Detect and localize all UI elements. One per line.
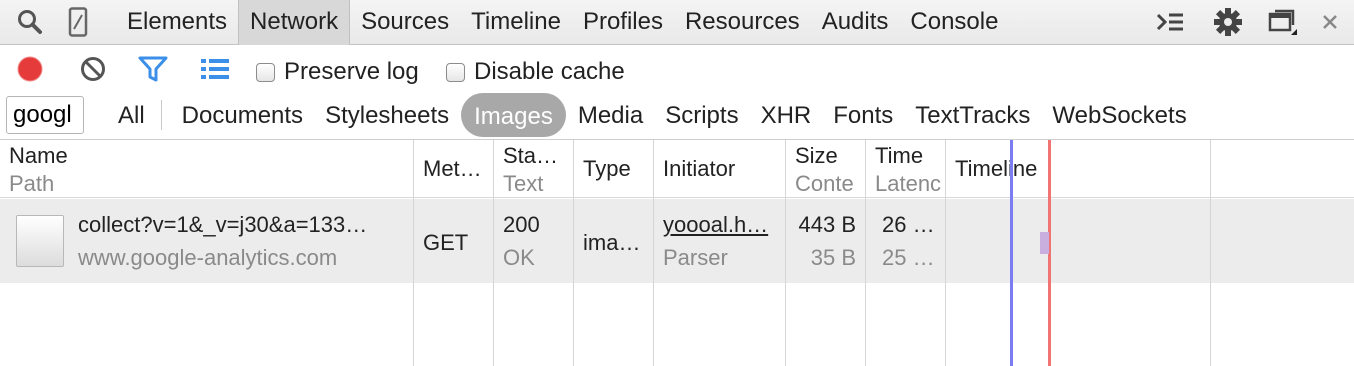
column-size-title: Size bbox=[795, 143, 838, 168]
show-drawer-icon[interactable] bbox=[1154, 6, 1186, 38]
column-initiator-title: Initiator bbox=[663, 156, 736, 181]
network-toolbar: Preserve log Disable cache bbox=[0, 46, 1354, 92]
filter-xhr[interactable]: XHR bbox=[751, 93, 822, 137]
request-status-text: OK bbox=[503, 245, 535, 270]
cell-method: GET bbox=[414, 199, 493, 283]
request-path: www.google-analytics.com bbox=[78, 245, 338, 270]
cell-status: 200 OK bbox=[494, 199, 573, 283]
tab-elements[interactable]: Elements bbox=[116, 0, 238, 45]
request-type: ima… bbox=[583, 230, 641, 255]
filter-input[interactable] bbox=[6, 96, 84, 134]
column-header-name[interactable]: Name Path bbox=[0, 140, 413, 198]
filter-all[interactable]: All bbox=[108, 93, 155, 137]
request-method: GET bbox=[423, 230, 469, 255]
column-timeline-title: Timeline bbox=[955, 156, 1038, 181]
filter-stylesheets[interactable]: Stylesheets bbox=[315, 93, 459, 137]
preserve-log-label: Preserve log bbox=[284, 58, 419, 85]
column-divider[interactable] bbox=[785, 140, 786, 366]
network-request-grid: Name Path Met… Sta… Text Type Initiator … bbox=[0, 140, 1354, 366]
column-divider[interactable] bbox=[653, 140, 654, 366]
column-header-type[interactable]: Type bbox=[574, 140, 653, 198]
column-header-initiator[interactable]: Initiator bbox=[654, 140, 785, 198]
image-thumbnail-icon bbox=[16, 215, 64, 267]
column-time-subtitle: Latenc bbox=[875, 171, 942, 196]
filter-images[interactable]: Images bbox=[461, 93, 566, 137]
tab-resources[interactable]: Resources bbox=[674, 0, 811, 45]
column-header-method[interactable]: Met… bbox=[414, 140, 493, 198]
column-divider[interactable] bbox=[493, 140, 494, 366]
filter-icon[interactable] bbox=[138, 54, 168, 84]
close-icon[interactable] bbox=[1314, 6, 1346, 38]
cell-initiator: yoooal.h… Parser bbox=[654, 199, 785, 283]
column-divider[interactable] bbox=[945, 140, 946, 366]
request-name: collect?v=1&_v=j30&a=133… bbox=[78, 212, 368, 237]
devtools-tab-bar: Elements Network Sources Timeline Profil… bbox=[0, 0, 1354, 45]
request-size: 443 B bbox=[798, 212, 857, 237]
panel-tabs: Elements Network Sources Timeline Profil… bbox=[116, 0, 1009, 45]
disable-cache-label: Disable cache bbox=[474, 58, 625, 85]
filter-documents[interactable]: Documents bbox=[172, 93, 313, 137]
filter-websockets[interactable]: WebSockets bbox=[1042, 93, 1196, 137]
device-mode-icon[interactable] bbox=[62, 6, 94, 38]
gear-icon[interactable] bbox=[1212, 6, 1244, 38]
column-header-timeline[interactable]: Timeline bbox=[946, 140, 1210, 198]
column-name-title: Name bbox=[9, 143, 68, 168]
disable-cache-checkbox[interactable]: Disable cache bbox=[446, 58, 625, 86]
disable-cache-box[interactable] bbox=[446, 62, 465, 82]
preserve-log-checkbox[interactable]: Preserve log bbox=[256, 58, 419, 86]
large-rows-icon[interactable] bbox=[200, 54, 230, 84]
filter-bar: All Documents Stylesheets Images Media S… bbox=[0, 92, 1354, 140]
preserve-log-box[interactable] bbox=[256, 62, 275, 82]
filter-texttracks[interactable]: TextTracks bbox=[905, 93, 1040, 137]
cell-size: 443 B 35 B bbox=[786, 199, 865, 283]
tab-network[interactable]: Network bbox=[238, 0, 351, 45]
tab-audits[interactable]: Audits bbox=[811, 0, 900, 45]
record-button[interactable] bbox=[15, 54, 45, 84]
request-status: 200 bbox=[503, 212, 540, 237]
cell-type: ima… bbox=[574, 199, 653, 283]
column-header-status[interactable]: Sta… Text bbox=[494, 140, 573, 198]
tab-timeline[interactable]: Timeline bbox=[460, 0, 572, 45]
timeline-request-bar[interactable] bbox=[1040, 232, 1049, 254]
column-header-size[interactable]: Size Conte bbox=[786, 140, 865, 198]
clear-icon[interactable] bbox=[78, 54, 108, 84]
filter-divider bbox=[160, 100, 162, 130]
column-method-title: Met… bbox=[423, 156, 482, 181]
request-content-size: 35 B bbox=[810, 245, 856, 270]
grid-header: Name Path Met… Sta… Text Type Initiator … bbox=[0, 140, 1354, 198]
timeline-domcontentloaded-line bbox=[1010, 140, 1013, 366]
tab-profiles[interactable]: Profiles bbox=[572, 0, 674, 45]
column-size-subtitle: Conte bbox=[795, 171, 854, 196]
initiator-type: Parser bbox=[663, 245, 728, 270]
column-time-title: Time bbox=[875, 143, 924, 168]
filter-scripts[interactable]: Scripts bbox=[655, 93, 748, 137]
column-divider[interactable] bbox=[865, 140, 866, 366]
filter-media[interactable]: Media bbox=[568, 93, 653, 137]
column-divider[interactable] bbox=[413, 140, 414, 366]
column-type-title: Type bbox=[583, 156, 631, 181]
cell-name: collect?v=1&_v=j30&a=133… www.google-ana… bbox=[0, 199, 413, 283]
column-divider[interactable] bbox=[1210, 140, 1211, 366]
tab-console[interactable]: Console bbox=[899, 0, 1009, 45]
initiator-link[interactable]: yoooal.h… bbox=[663, 212, 768, 238]
column-status-subtitle: Text bbox=[503, 171, 544, 196]
search-icon[interactable] bbox=[14, 6, 46, 38]
tab-sources[interactable]: Sources bbox=[350, 0, 460, 45]
column-status-title: Sta… bbox=[503, 143, 559, 168]
request-time: 26 … bbox=[882, 212, 935, 237]
resource-type-filters: All Documents Stylesheets Images Media S… bbox=[108, 92, 1199, 138]
dock-side-icon[interactable] bbox=[1266, 6, 1298, 38]
column-header-time[interactable]: Time Latenc bbox=[866, 140, 945, 198]
column-name-subtitle: Path bbox=[9, 171, 55, 196]
request-latency: 25 … bbox=[882, 245, 935, 270]
filter-fonts[interactable]: Fonts bbox=[823, 93, 903, 137]
column-divider[interactable] bbox=[573, 140, 574, 366]
table-row[interactable]: collect?v=1&_v=j30&a=133… www.google-ana… bbox=[0, 199, 1354, 283]
cell-time: 26 … 25 … bbox=[866, 199, 945, 283]
